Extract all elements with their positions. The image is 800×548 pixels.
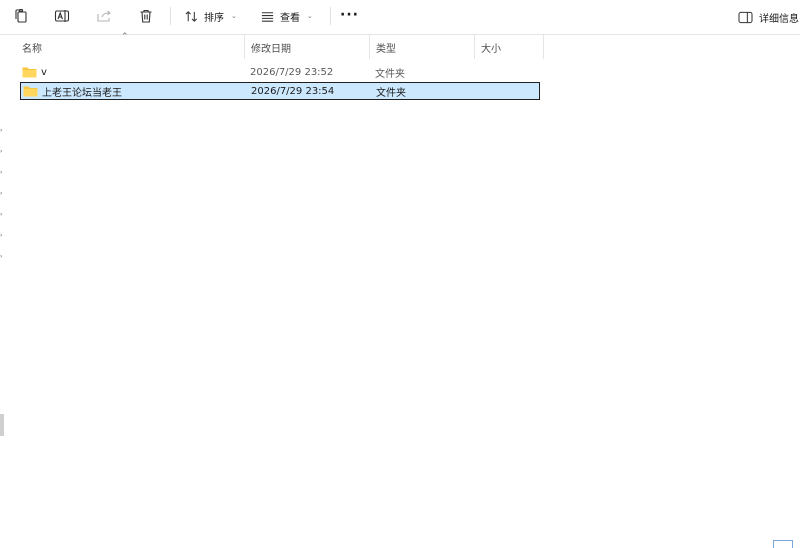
file-date: 2026/7/29 23:54 <box>251 85 335 97</box>
expand-arrow-icon[interactable]: › <box>0 170 4 176</box>
column-type[interactable]: 类型 <box>370 35 475 59</box>
column-name[interactable]: 名称 <box>16 35 245 59</box>
nav-scrollbar-thumb[interactable] <box>0 414 4 436</box>
view-label: 查看 <box>280 12 300 24</box>
expand-arrow-icon[interactable]: › <box>0 149 4 155</box>
view-icon <box>261 11 274 22</box>
more-options-button[interactable]: ··· <box>340 8 359 22</box>
expand-arrow-icon[interactable]: › <box>0 191 4 197</box>
navigation-pane-edge: › › › › › › › <box>0 35 8 548</box>
column-size[interactable]: 大小 <box>475 35 544 59</box>
folder-icon <box>23 85 38 97</box>
column-date-label: 修改日期 <box>251 43 291 55</box>
column-header: 名称 修改日期 类型 大小 <box>8 35 800 59</box>
toolbar-separator <box>170 7 171 25</box>
share-icon[interactable] <box>95 6 113 26</box>
command-bar: 排序 ⌄ 查看 ⌄ ··· 详细信息 <box>0 0 800 35</box>
column-type-label: 类型 <box>376 43 396 55</box>
toolbar-separator <box>330 7 331 25</box>
column-size-label: 大小 <box>481 43 501 55</box>
file-name: v <box>41 66 47 78</box>
column-date[interactable]: 修改日期 <box>245 35 370 59</box>
expand-arrow-icon[interactable]: › <box>0 128 4 134</box>
rename-icon[interactable] <box>53 6 71 26</box>
sort-label: 排序 <box>204 12 224 24</box>
file-name: 上老王论坛当老王 <box>42 87 122 99</box>
details-label: 详细信息 <box>759 13 799 25</box>
expand-arrow-icon[interactable]: › <box>0 233 4 239</box>
details-pane-button[interactable]: 详细信息 <box>738 8 799 26</box>
folder-icon <box>22 66 37 78</box>
sort-icon <box>185 10 198 22</box>
details-pane-icon <box>738 11 753 23</box>
view-button[interactable]: 查看 ⌄ <box>260 7 313 25</box>
file-date: 2026/7/29 23:52 <box>250 66 334 78</box>
file-row[interactable]: v 2026/7/29 23:52 文件夹 <box>20 64 540 82</box>
delete-icon[interactable] <box>137 6 155 26</box>
expand-arrow-icon[interactable]: › <box>0 254 4 260</box>
file-row-selected[interactable]: 上老王论坛当老王 2026/7/29 23:54 文件夹 <box>20 82 540 100</box>
sort-button[interactable]: 排序 ⌄ <box>184 7 237 25</box>
file-type: 文件夹 <box>376 87 406 99</box>
file-type: 文件夹 <box>375 68 405 80</box>
expand-arrow-icon[interactable]: › <box>0 212 4 218</box>
chevron-down-icon: ⌄ <box>307 12 313 20</box>
column-name-label: 名称 <box>22 43 42 55</box>
chevron-down-icon: ⌄ <box>231 12 237 20</box>
status-view-toggle[interactable] <box>773 540 793 548</box>
copy-icon[interactable] <box>12 6 30 26</box>
